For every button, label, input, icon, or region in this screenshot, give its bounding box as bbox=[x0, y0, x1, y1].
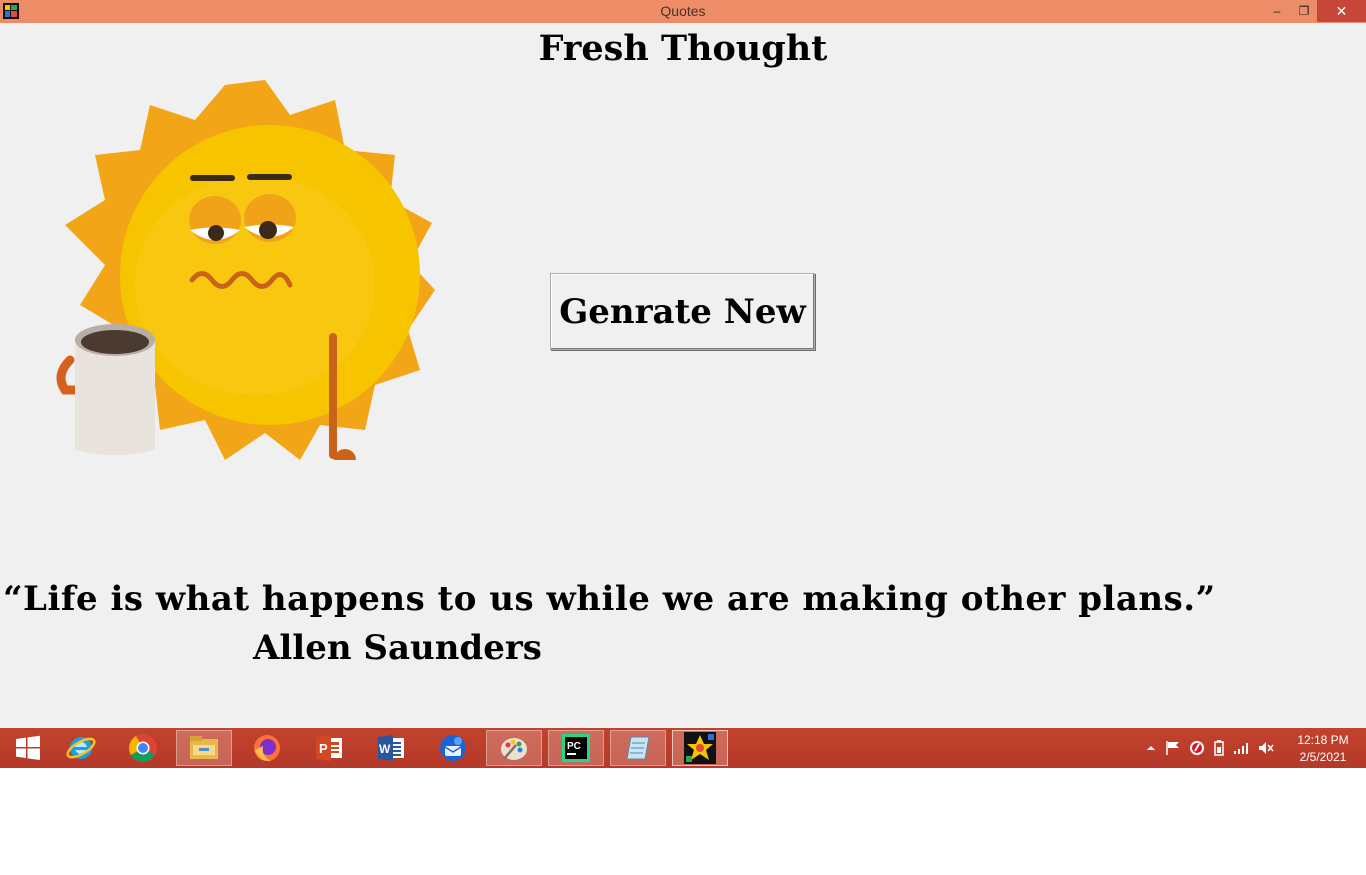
powerpoint-icon: P bbox=[316, 735, 342, 761]
coffee-mug-icon bbox=[75, 324, 155, 455]
file-explorer-icon bbox=[190, 736, 218, 759]
internet-explorer-icon bbox=[66, 737, 96, 759]
network-signal-icon[interactable] bbox=[1233, 741, 1251, 755]
sun-illustration bbox=[56, 80, 435, 460]
clock-date: 2/5/2021 bbox=[1299, 750, 1347, 764]
empty-screen-area bbox=[0, 768, 1366, 875]
taskbar-notepad[interactable] bbox=[610, 730, 666, 766]
start-button[interactable] bbox=[0, 730, 56, 766]
taskbar-pycharm[interactable]: PC bbox=[548, 730, 604, 766]
chrome-icon bbox=[129, 734, 157, 762]
start-icon bbox=[16, 735, 40, 760]
taskbar-paint[interactable] bbox=[486, 730, 542, 766]
taskbar-firefox[interactable] bbox=[239, 730, 295, 766]
taskbar-thunderbird[interactable] bbox=[425, 730, 481, 766]
system-tray bbox=[1145, 728, 1275, 768]
page-title: Fresh Thought bbox=[538, 28, 828, 69]
paint-icon bbox=[501, 738, 527, 760]
taskbar-word[interactable]: W bbox=[363, 730, 419, 766]
taskbar-quotes-app[interactable] bbox=[672, 730, 728, 766]
show-hidden-icons-icon[interactable] bbox=[1145, 742, 1157, 754]
quote-text: “Life is what happens to us while we are… bbox=[3, 579, 1216, 619]
minimize-button[interactable]: – bbox=[1262, 0, 1292, 22]
antivirus-icon[interactable] bbox=[1189, 740, 1205, 756]
window-titlebar: Quotes – ❐ ✕ bbox=[0, 0, 1366, 23]
taskbar-file-explorer[interactable] bbox=[176, 730, 232, 766]
right-eyebrow bbox=[247, 174, 292, 180]
word-icon: W bbox=[378, 735, 404, 761]
window-title: Quotes bbox=[660, 3, 706, 19]
taskbar-clock[interactable]: 12:18 PM 2/5/2021 bbox=[1292, 732, 1354, 766]
svg-text:W: W bbox=[379, 742, 391, 756]
close-button[interactable]: ✕ bbox=[1317, 0, 1366, 22]
svg-text:PC: PC bbox=[567, 741, 581, 752]
svg-text:P: P bbox=[319, 741, 328, 756]
quote-author: Allen Saunders bbox=[253, 628, 542, 668]
taskbar-powerpoint[interactable]: P bbox=[301, 730, 357, 766]
taskbar-internet-explorer[interactable] bbox=[53, 730, 109, 766]
left-eyebrow bbox=[190, 175, 235, 181]
generate-new-button[interactable]: Genrate New bbox=[550, 273, 815, 350]
notepad-icon bbox=[626, 736, 650, 760]
firefox-icon bbox=[254, 735, 280, 762]
quotes-app-icon bbox=[684, 732, 716, 764]
volume-muted-icon[interactable] bbox=[1257, 740, 1275, 756]
taskbar: P W PC 12:18 PM 2/5/2021 bbox=[0, 728, 1366, 768]
taskbar-chrome[interactable] bbox=[115, 730, 171, 766]
app-window-body: Fresh Thought Genrate New “Life is what … bbox=[0, 23, 1366, 728]
restore-button[interactable]: ❐ bbox=[1289, 0, 1319, 22]
thunderbird-icon bbox=[440, 735, 466, 761]
pycharm-icon: PC bbox=[562, 734, 590, 762]
power-battery-icon[interactable] bbox=[1211, 739, 1227, 757]
clock-time: 12:18 PM bbox=[1297, 733, 1349, 747]
action-center-flag-icon[interactable] bbox=[1165, 740, 1183, 756]
